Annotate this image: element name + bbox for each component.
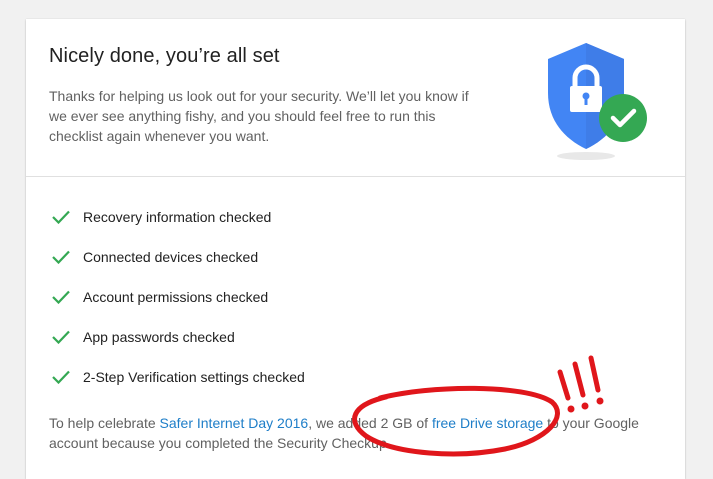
- footer-text-part: To help celebrate: [49, 415, 160, 431]
- checklist-item-label: Account permissions checked: [83, 289, 269, 305]
- description-text: Thanks for helping us look out for your …: [49, 88, 469, 144]
- footer-text-part: , we added 2 GB of: [308, 415, 432, 431]
- check-icon: [52, 250, 70, 264]
- free-drive-storage-link[interactable]: free Drive storage: [432, 415, 543, 431]
- checklist-item-label: App passwords checked: [83, 329, 235, 345]
- page-title: Nicely done, you’re all set: [49, 45, 280, 67]
- safer-internet-day-link[interactable]: Safer Internet Day 2016: [160, 415, 309, 431]
- checklist-item-label: Recovery information checked: [83, 209, 272, 225]
- footer-text: To help celebrate Safer Internet Day 201…: [49, 413, 649, 453]
- shield-icon: [548, 43, 647, 160]
- check-icon: [52, 330, 70, 344]
- card-header: Nicely done, you’re all set Thanks for h…: [26, 19, 685, 177]
- check-icon: [52, 370, 70, 384]
- check-icon: [52, 290, 70, 304]
- list-item: 2-Step Verification settings checked: [52, 367, 305, 407]
- check-badge-icon: [599, 94, 647, 142]
- checklist-item-label: 2-Step Verification settings checked: [83, 369, 305, 385]
- list-item: Recovery information checked: [52, 207, 305, 247]
- check-icon: [52, 210, 70, 224]
- security-checkup-card: Nicely done, you’re all set Thanks for h…: [26, 19, 685, 479]
- list-item: Account permissions checked: [52, 287, 305, 327]
- list-item: Connected devices checked: [52, 247, 305, 287]
- list-item: App passwords checked: [52, 327, 305, 367]
- checklist-item-label: Connected devices checked: [83, 249, 259, 265]
- checklist: Recovery information checked Connected d…: [52, 207, 305, 407]
